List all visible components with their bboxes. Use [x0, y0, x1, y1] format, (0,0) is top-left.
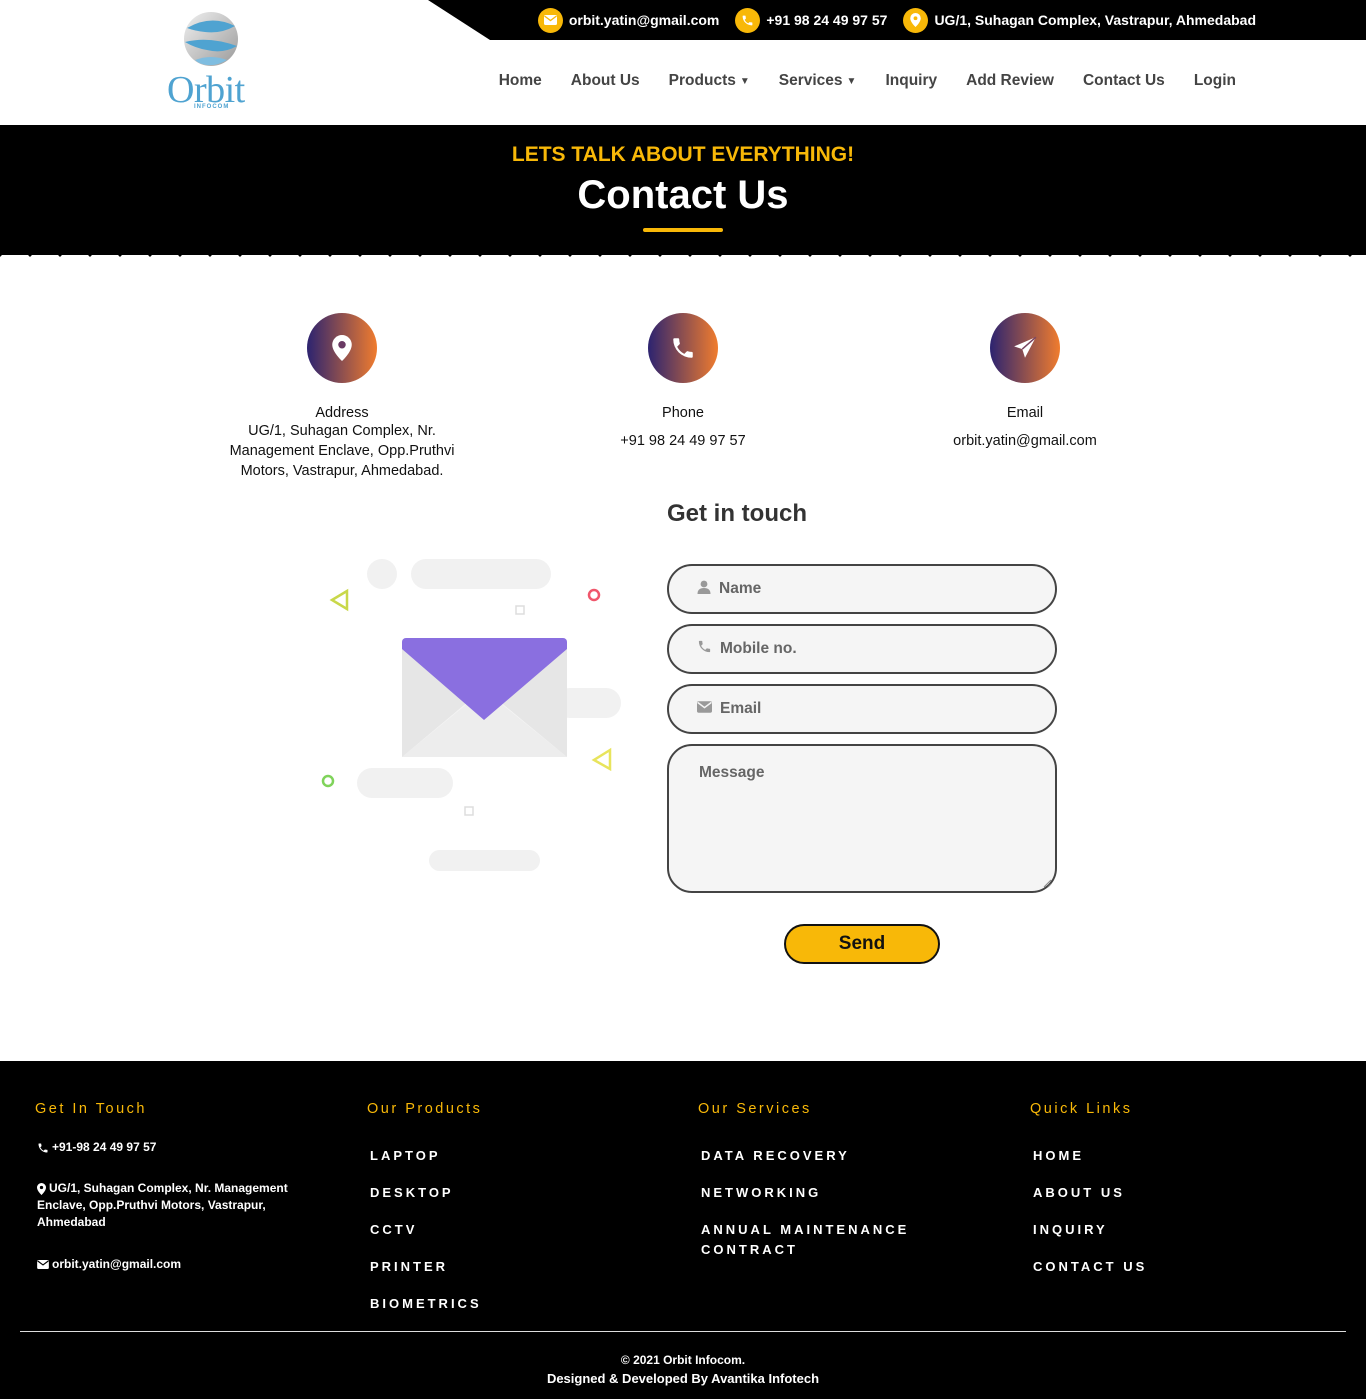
footer-address-line: Ahmedabad: [37, 1215, 106, 1229]
top-phone[interactable]: +91 98 24 49 97 57: [735, 7, 888, 33]
email-value[interactable]: orbit.yatin@gmail.com: [895, 431, 1155, 451]
caret-down-icon: ▼: [739, 75, 750, 87]
top-address-text: UG/1, Suhagan Complex, Vastrapur, Ahmeda…: [934, 12, 1256, 28]
address-card: Address UG/1, Suhagan Complex, Nr. Manag…: [212, 313, 472, 481]
globe-logo-icon: [184, 12, 238, 66]
footer-contact-title: Get In Touch: [35, 1101, 147, 1117]
email-placeholder: Email: [720, 700, 762, 717]
developer-credit: Designed & Developed By Avantika Infotec…: [546, 1371, 820, 1386]
nav-services[interactable]: Services ▼: [779, 72, 857, 90]
footer-link-networking[interactable]: NETWORKING: [701, 1183, 821, 1203]
nav-add-review[interactable]: Add Review: [966, 72, 1054, 90]
address-line: UG/1, Suhagan Complex, Nr.: [248, 423, 436, 439]
mobile-placeholder: Mobile no.: [720, 640, 797, 657]
footer-links-title: Quick Links: [1030, 1101, 1133, 1117]
footer-link-amc-line: ANNUAL MAINTENANCE: [701, 1222, 910, 1237]
footer-link-printer[interactable]: PRINTER: [370, 1257, 448, 1277]
send-button[interactable]: Send: [784, 924, 940, 964]
footer-link-contact[interactable]: CONTACT US: [1033, 1257, 1147, 1277]
resize-handle-icon[interactable]: [1042, 878, 1052, 888]
footer-link-cctv[interactable]: CCTV: [370, 1220, 417, 1240]
address-line: Management Enclave, Opp.Pruthvi: [229, 443, 455, 459]
phone-icon: [735, 7, 761, 33]
caret-down-icon: ▼: [846, 75, 857, 87]
page-title: Contact Us: [577, 173, 789, 217]
phone-icon: [648, 313, 718, 383]
footer-services-title: Our Services: [698, 1101, 812, 1117]
envelope-icon: [697, 700, 712, 718]
top-address: UG/1, Suhagan Complex, Vastrapur, Ahmeda…: [903, 7, 1256, 33]
top-email[interactable]: orbit.yatin@gmail.com: [537, 7, 720, 33]
hero-kicker: LETS TALK ABOUT EVERYTHING!: [511, 143, 855, 166]
nav-inquiry[interactable]: Inquiry: [885, 72, 937, 90]
footer-address-line: Enclave, Opp.Pruthvi Motors, Vastrapur,: [37, 1198, 266, 1212]
nav-products[interactable]: Products ▼: [669, 72, 750, 90]
footer-address-line: UG/1, Suhagan Complex, Nr. Management: [49, 1181, 288, 1195]
message-placeholder: Message: [699, 764, 765, 781]
footer-address: UG/1, Suhagan Complex, Nr. Management En…: [37, 1180, 288, 1231]
footer-email-text: orbit.yatin@gmail.com: [52, 1257, 182, 1271]
envelope-illustration: [320, 550, 630, 880]
user-icon: [697, 580, 711, 599]
nav-products-label: Products: [668, 72, 736, 89]
map-pin-icon: [903, 7, 929, 33]
message-field[interactable]: Message: [667, 744, 1057, 893]
nav-about[interactable]: About Us: [571, 72, 640, 90]
paper-plane-icon: [990, 313, 1060, 383]
footer-link-data-recovery[interactable]: DATA RECOVERY: [701, 1146, 850, 1166]
footer-link-amc-line: CONTRACT: [701, 1242, 798, 1257]
title-underline: [643, 228, 723, 232]
phone-value[interactable]: +91 98 24 49 97 57: [553, 431, 813, 451]
orbit-logo[interactable]: Orbit INFOCOM: [167, 8, 262, 118]
footer-link-amc[interactable]: ANNUAL MAINTENANCE CONTRACT: [701, 1220, 909, 1260]
nav-contact[interactable]: Contact Us: [1083, 72, 1165, 90]
phone-icon: [697, 639, 712, 659]
location-icon: [307, 313, 377, 383]
footer-phone[interactable]: +91-98 24 49 97 57: [37, 1139, 156, 1156]
address-line: Motors, Vastrapur, Ahmedabad.: [240, 463, 444, 479]
nav-login[interactable]: Login: [1194, 72, 1236, 90]
footer-link-inquiry[interactable]: INQUIRY: [1033, 1220, 1108, 1240]
form-heading: Get in touch: [667, 500, 807, 527]
envelope-icon: [537, 7, 563, 33]
footer-email[interactable]: orbit.yatin@gmail.com: [37, 1256, 181, 1273]
nav-services-label: Services: [778, 72, 843, 89]
main-nav: Home About Us Products ▼ Services ▼ Inqu…: [499, 72, 1236, 90]
top-email-text: orbit.yatin@gmail.com: [568, 12, 720, 28]
mobile-field[interactable]: Mobile no.: [667, 624, 1057, 674]
phone-label: Phone: [662, 405, 704, 421]
name-placeholder: Name: [719, 580, 762, 597]
name-field[interactable]: Name: [667, 564, 1057, 614]
footer-link-laptop[interactable]: LAPTOP: [370, 1146, 441, 1166]
footer-phone-text: +91-98 24 49 97 57: [52, 1140, 157, 1154]
logo-subtitle: INFOCOM: [194, 104, 230, 110]
hero-wave-edge: [0, 245, 1366, 257]
footer-products-title: Our Products: [367, 1101, 483, 1117]
phone-icon: [38, 1143, 48, 1152]
footer: Get In Touch +91-98 24 49 97 57 UG/1, Su…: [0, 1061, 1366, 1399]
footer-divider: [20, 1331, 1346, 1332]
copyright: © 2021 Orbit Infocom.: [620, 1353, 746, 1367]
email-label: Email: [1006, 405, 1044, 421]
top-phone-text: +91 98 24 49 97 57: [766, 12, 888, 28]
footer-link-biometrics[interactable]: BIOMETRICS: [370, 1294, 482, 1314]
map-pin-icon: [37, 1182, 46, 1195]
footer-link-desktop[interactable]: DESKTOP: [370, 1183, 454, 1203]
phone-card: Phone +91 98 24 49 97 57: [553, 313, 813, 451]
footer-link-home[interactable]: HOME: [1033, 1146, 1084, 1166]
email-field[interactable]: Email: [667, 684, 1057, 734]
footer-link-about[interactable]: ABOUT US: [1033, 1183, 1125, 1203]
email-card: Email orbit.yatin@gmail.com: [895, 313, 1155, 451]
envelope-icon: [37, 1260, 49, 1269]
nav-home[interactable]: Home: [499, 72, 542, 90]
address-label: Address: [315, 405, 369, 421]
